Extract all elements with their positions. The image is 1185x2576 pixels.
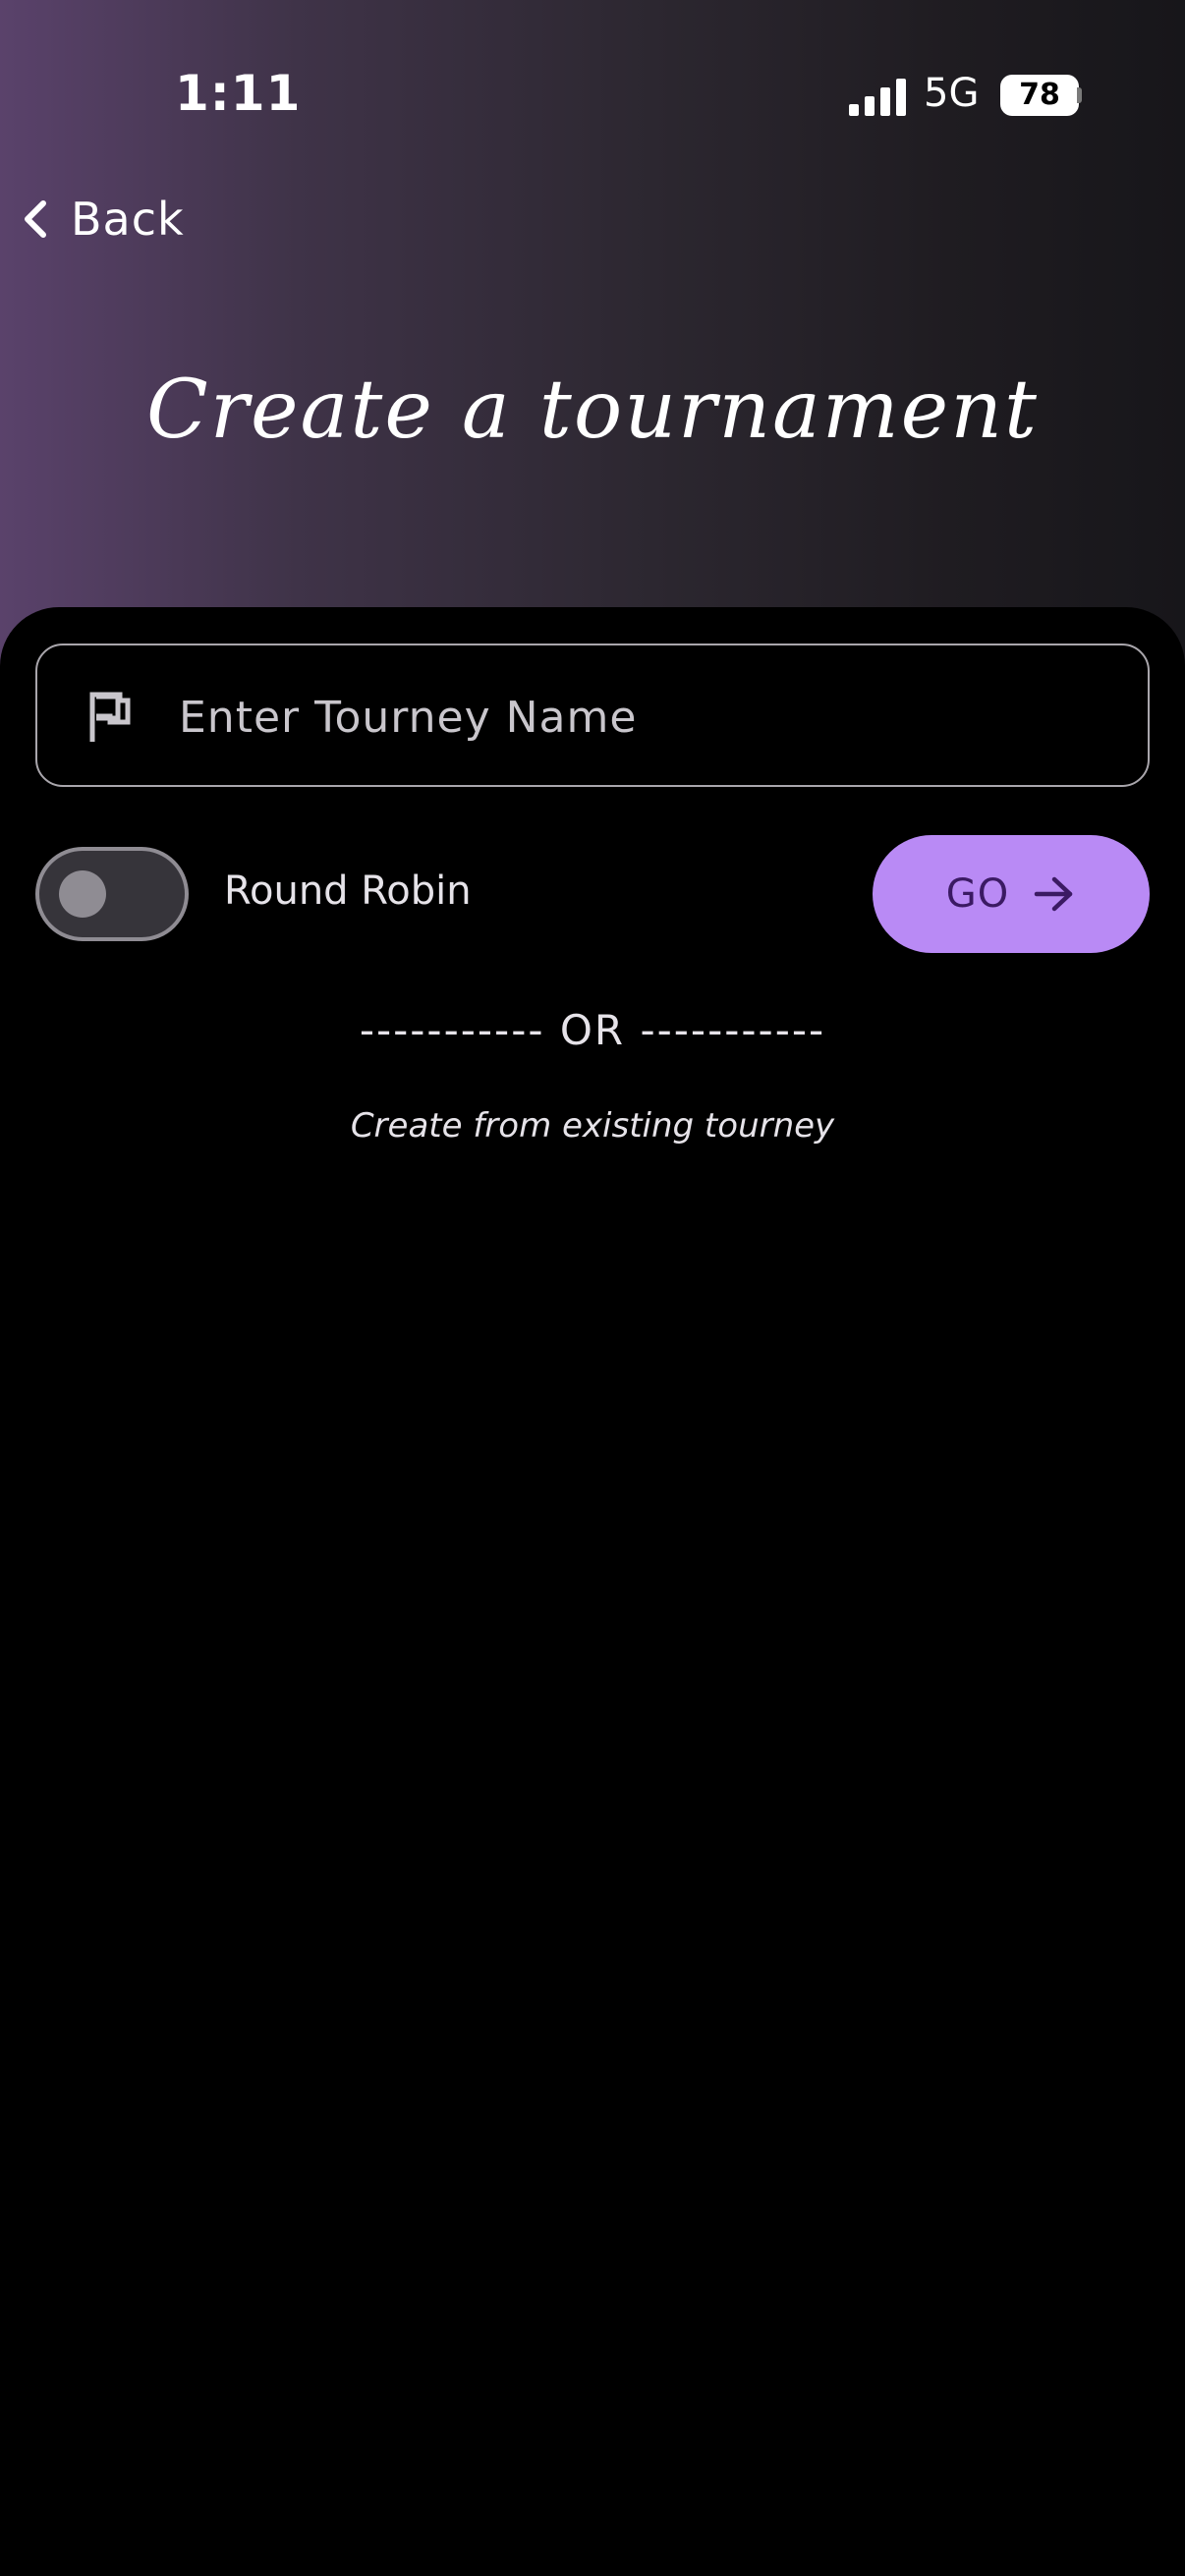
flag-icon [89, 692, 131, 742]
battery-icon: 78 [1000, 75, 1079, 116]
back-label: Back [71, 193, 185, 246]
go-button[interactable]: GO [873, 835, 1150, 953]
tourney-name-field[interactable] [35, 644, 1150, 787]
back-button[interactable]: Back [18, 179, 214, 259]
round-robin-label: Round Robin [224, 868, 472, 914]
status-bar: 1:11 5G 78 [0, 0, 1185, 187]
battery-level: 78 [1019, 78, 1060, 112]
arrow-right-icon [1034, 876, 1073, 912]
network-type: 5G [924, 71, 980, 116]
chevron-left-icon [25, 200, 46, 238]
status-time: 1:11 [175, 65, 302, 122]
round-robin-toggle[interactable] [35, 847, 189, 941]
battery-cap [1077, 87, 1082, 103]
toggle-knob [59, 870, 106, 918]
or-divider: ----------- OR ----------- [359, 1006, 826, 1054]
cellular-signal-icon [849, 79, 906, 116]
page-title: Create a tournament [146, 364, 1039, 457]
screen: 1:11 5G 78 Back Create a tournament Roun… [0, 0, 1185, 2576]
create-from-existing-link[interactable]: Create from existing tourney [0, 1106, 1185, 1146]
tourney-name-input[interactable] [177, 675, 1124, 759]
go-label: GO [945, 871, 1010, 917]
